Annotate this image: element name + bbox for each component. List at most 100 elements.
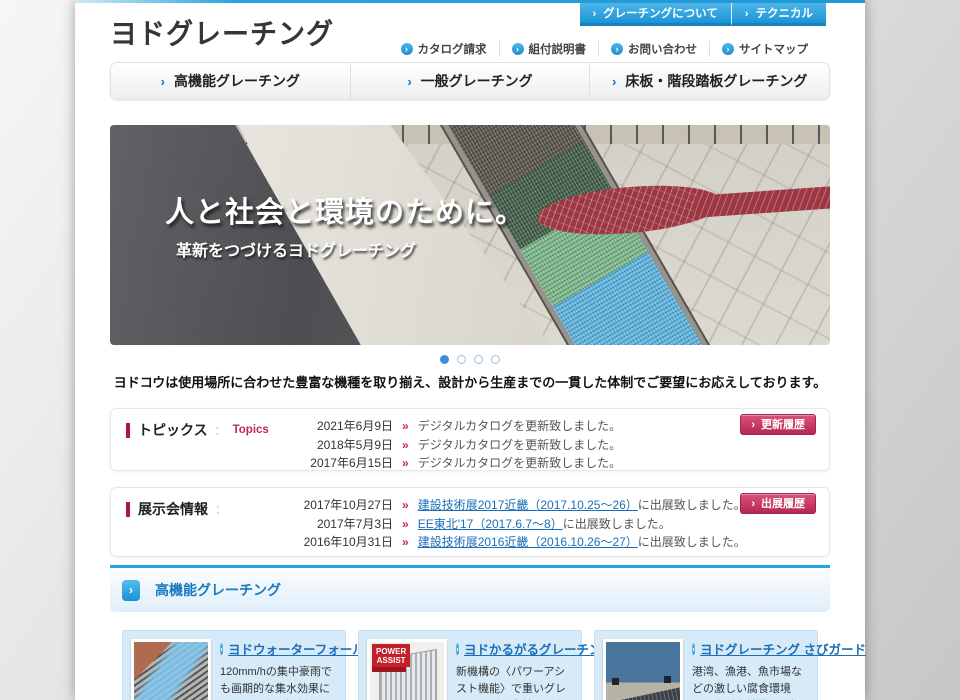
nav-label: 床板・階段踏板グレーチング — [625, 71, 807, 91]
arrow-circle-icon: › — [456, 643, 459, 655]
nav-label: 一般グレーチング — [421, 71, 533, 91]
chevron-right-icon: › — [612, 74, 616, 89]
topic-date: 2021年6月9日 — [281, 417, 393, 436]
carousel-dot[interactable] — [440, 355, 449, 364]
nav-high-function-grating[interactable]: › 高機能グレーチング — [111, 63, 350, 99]
arrow-circle-icon: › — [512, 43, 524, 55]
badge-line: POWER — [376, 647, 406, 656]
product-link[interactable]: ヨドかるがるグレーチング — [464, 639, 614, 658]
update-history-button[interactable]: ›更新履歴 — [740, 414, 816, 435]
product-card-karugaru[interactable]: POWER ASSIST › ヨドかるがるグレーチング 新機構の〈パワーアシスト… — [358, 630, 582, 700]
header-top-buttons: ›グレーチングについて › テクニカル — [580, 3, 827, 26]
topics-title: トピックス — [138, 420, 208, 440]
exhibition-suffix: に出展致しました。 — [638, 496, 746, 515]
nav-label: 高機能グレーチング — [174, 71, 300, 91]
about-grating-button[interactable]: ›グレーチングについて — [580, 3, 731, 26]
section-title: 高機能グレーチング — [155, 580, 281, 600]
carousel-dot[interactable] — [491, 355, 500, 364]
arrow-circle-icon: › — [220, 643, 223, 655]
exhibition-link[interactable]: 建設技術展2017近畿（2017.10.25～26） — [418, 496, 638, 515]
utility-links: › カタログ請求 › 組付説明書 ›お問い合わせ › サイトマップ — [389, 41, 821, 57]
exhibition-row: 2016年10月31日 » 建設技術展2016近畿（2016.10.26～27）… — [281, 533, 746, 552]
card-link-row: › ヨドグレーチング さびガード — [692, 639, 809, 658]
product-card-waterfalls[interactable]: › ヨドウォーターフォールズ 120mm/hの集中豪雨でも画期的な集水効果により… — [122, 630, 346, 700]
hero-carousel-slide: 人と社会と環境のために。 革新をつづけるヨドグレーチング — [110, 125, 830, 345]
carousel-dots — [110, 351, 830, 369]
exhibition-link[interactable]: EE東北'17（2017.6.7～8） — [418, 515, 563, 534]
technical-label: テクニカル — [756, 8, 814, 20]
exhibition-suffix: に出展致しました。 — [563, 515, 671, 534]
sitemap-link[interactable]: › サイトマップ — [709, 41, 820, 57]
chevron-right-icon: › — [751, 498, 755, 510]
sitemap-label: サイトマップ — [739, 41, 808, 57]
product-image-rustguard — [603, 639, 683, 700]
exhibition-row: 2017年7月3日 » EE東北'17（2017.6.7～8） に出展致しました… — [281, 515, 746, 534]
product-description: 港湾、漁港、魚市場などの激しい腐食環境で、高耐食性能を発揮します。 — [692, 664, 809, 700]
power-assist-badge: POWER ASSIST — [372, 644, 410, 667]
catalog-request-label: カタログ請求 — [418, 41, 487, 57]
double-arrow-icon: » — [402, 533, 409, 552]
separator: ： — [215, 501, 226, 517]
chevron-right-icon: › — [407, 74, 411, 89]
product-description: 120mm/hの集中豪雨でも画期的な集水効果により、冠水を抑制します。 — [220, 664, 337, 700]
nav-floor-stair-grating[interactable]: › 床板・階段踏板グレーチング — [589, 63, 829, 99]
nav-general-grating[interactable]: › 一般グレーチング — [350, 63, 590, 99]
product-image-karugaru: POWER ASSIST — [367, 639, 447, 700]
exhibition-date: 2016年10月31日 — [281, 533, 393, 552]
topics-row: 2018年5月9日 » デジタルカタログを更新致しました。 — [281, 436, 621, 455]
red-bar-icon — [126, 502, 130, 517]
product-card-rustguard[interactable]: › ヨドグレーチング さびガード 港湾、漁港、魚市場などの激しい腐食環境で、高耐… — [594, 630, 818, 700]
topic-date: 2018年5月9日 — [281, 436, 393, 455]
arrow-circle-icon: › — [401, 43, 413, 55]
product-link[interactable]: ヨドグレーチング さびガード — [700, 639, 866, 658]
exhibition-title: 展示会情報 — [138, 499, 208, 519]
product-image-waterfalls — [131, 639, 211, 700]
topic-text: デジタルカタログを更新致しました。 — [418, 417, 621, 436]
card-body: › ヨドグレーチング さびガード 港湾、漁港、魚市場などの激しい腐食環境で、高耐… — [692, 639, 809, 700]
product-description: 新機構の〈パワーアシスト機能〉で重いグレーチングも女性やお年寄りの方がカル～ク開… — [456, 664, 573, 700]
double-arrow-icon: » — [402, 436, 409, 455]
catalog-request-link[interactable]: › カタログ請求 — [389, 41, 499, 57]
exhibition-suffix: に出展致しました。 — [638, 533, 746, 552]
card-body: › ヨドかるがるグレーチング 新機構の〈パワーアシスト機能〉で重いグレーチングも… — [456, 639, 573, 700]
exhibition-date: 2017年7月3日 — [281, 515, 393, 534]
assembly-manual-label: 組付説明書 — [529, 41, 587, 57]
topics-subtitle: Topics — [233, 424, 269, 436]
exhibition-link[interactable]: 建設技術展2016近畿（2016.10.26～27） — [418, 533, 638, 552]
carousel-dot[interactable] — [457, 355, 466, 364]
badge-strip — [372, 667, 406, 672]
technical-button[interactable]: › テクニカル — [731, 3, 826, 26]
double-arrow-icon: » — [402, 417, 409, 436]
card-link-row: › ヨドウォーターフォールズ — [220, 639, 337, 658]
exhibition-date: 2017年10月27日 — [281, 496, 393, 515]
page-container: ヨドグレーチング ›グレーチングについて ›テクニカル ›カタログ請求 ›組付説… — [75, 0, 865, 700]
arrow-circle-icon: › — [722, 43, 734, 55]
double-arrow-icon: » — [402, 496, 409, 515]
chevron-right-icon: › — [161, 74, 165, 89]
company-tagline: ヨドコウは使用場所に合わせた豊富な機種を取り揃え、設計から生産までの一貫した体制… — [75, 372, 865, 391]
exhibition-row: 2017年10月27日 » 建設技術展2017近畿（2017.10.25～26）… — [281, 496, 746, 515]
product-cards: › ヨドウォーターフォールズ 120mm/hの集中豪雨でも画期的な集水効果により… — [122, 630, 818, 700]
assembly-manual-link[interactable]: › 組付説明書 — [499, 41, 599, 57]
exhibition-history-label: 出展履歴 — [761, 498, 805, 510]
carousel-dot[interactable] — [474, 355, 483, 364]
red-bar-icon — [126, 423, 130, 438]
high-function-section-header: › 高機能グレーチング — [110, 565, 830, 612]
contact-link[interactable]: ›お問い合わせ — [598, 41, 709, 57]
update-history-label: 更新履歴 — [761, 419, 805, 431]
about-grating-label: グレーチングについて — [603, 8, 718, 20]
chevron-square-icon[interactable]: › — [122, 580, 140, 601]
exhibition-history-button[interactable]: › 出展履歴 — [740, 493, 816, 514]
exhibition-list: 2017年10月27日 » 建設技術展2017近畿（2017.10.25～26）… — [281, 496, 746, 552]
site-logo[interactable]: ヨドグレーチング — [110, 11, 334, 52]
contact-label: お問い合わせ — [628, 41, 697, 57]
arrow-circle-icon: › — [692, 643, 695, 655]
topics-row: 2021年6月9日 » デジタルカタログを更新致しました。 — [281, 417, 621, 436]
product-link[interactable]: ヨドウォーターフォールズ — [228, 639, 377, 658]
topics-header: トピックス ： Topics — [126, 420, 269, 440]
chevron-right-icon: › — [745, 8, 749, 20]
topics-list: 2021年6月9日 » デジタルカタログを更新致しました。 2018年5月9日 … — [281, 417, 621, 473]
topics-row: 2017年6月15日 » デジタルカタログを更新致しました。 — [281, 454, 621, 473]
card-link-row: › ヨドかるがるグレーチング — [456, 639, 573, 658]
card-body: › ヨドウォーターフォールズ 120mm/hの集中豪雨でも画期的な集水効果により… — [220, 639, 337, 700]
